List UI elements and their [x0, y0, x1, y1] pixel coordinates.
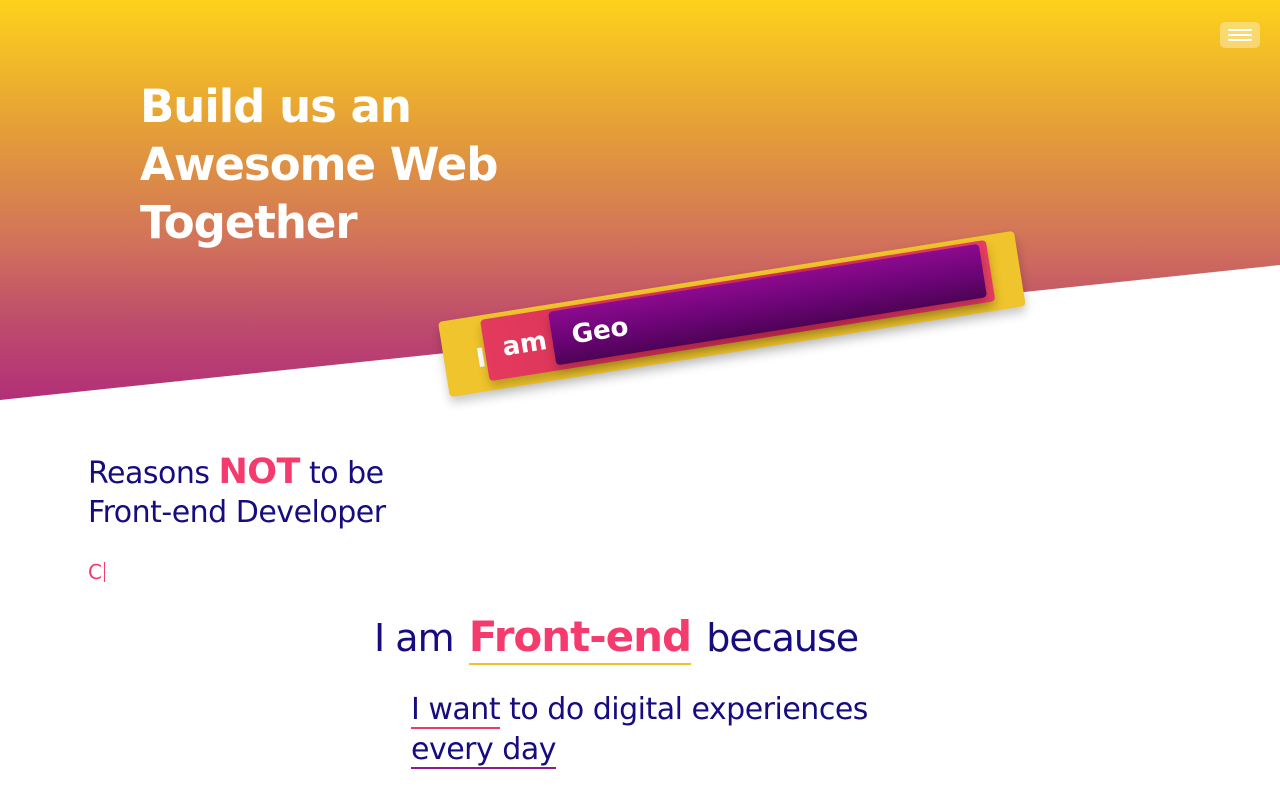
reasons-heading: Reasons NOT to be Front-end Developer — [88, 453, 386, 532]
hamburger-menu-icon — [1228, 29, 1252, 41]
iam-suffix: because — [706, 616, 859, 660]
reason-line2: every day — [411, 732, 556, 769]
reasons-line2: Front-end Developer — [88, 495, 386, 530]
iam-heading: I am Front-end because — [374, 612, 859, 665]
reasons-accent: NOT — [218, 452, 301, 492]
reasons-suffix: to be — [308, 456, 384, 491]
menu-button[interactable] — [1220, 22, 1260, 48]
typing-value: C — [88, 560, 102, 584]
hero-title: Build us an Awesome Web Together — [140, 78, 560, 252]
page: Build us an Awesome Web Together I am F … — [0, 0, 1280, 800]
iam-prefix: I am — [374, 616, 455, 660]
iam-role: Front-end — [468, 612, 692, 665]
reasons-prefix: Reasons — [88, 456, 210, 491]
text-caret — [103, 562, 105, 582]
hero-title-line: Build us an — [140, 80, 412, 133]
role-card-stack: I am F Geo — [438, 230, 1030, 410]
role-card-text: Geo — [569, 311, 631, 351]
reason-rest: to do digital experiences — [509, 692, 868, 727]
typing-text: C — [88, 560, 105, 584]
reason-highlight: I want — [411, 692, 501, 729]
reason-statement: I want to do digital experiences every d… — [411, 690, 871, 770]
role-card-purple: Geo — [548, 243, 988, 366]
hero-title-line: Awesome Web — [140, 138, 498, 191]
